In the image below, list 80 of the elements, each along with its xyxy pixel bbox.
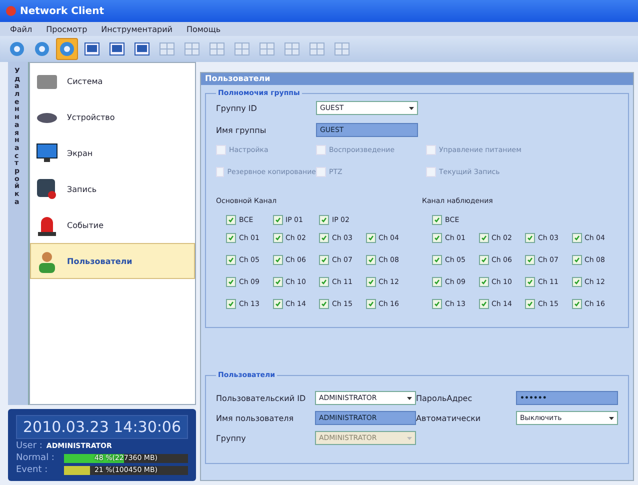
- checkbox[interactable]: [572, 277, 582, 287]
- checkbox[interactable]: [366, 299, 376, 309]
- sidebar-item[interactable]: Устройство: [30, 99, 195, 135]
- clock-display: 2010.03.23 14:30:06: [16, 415, 188, 439]
- sidebar-item[interactable]: Запись: [30, 171, 195, 207]
- checkbox[interactable]: [572, 299, 582, 309]
- checkbox[interactable]: [319, 255, 329, 265]
- field-label: Группу: [216, 434, 247, 442]
- menu-item[interactable]: Просмотр: [46, 24, 88, 34]
- gear-icon: [58, 40, 76, 58]
- sidebar-item[interactable]: Событие: [30, 207, 195, 243]
- grid-layout-icon: [259, 42, 275, 56]
- caret-icon: [609, 416, 614, 420]
- grid-layout-icon: [284, 42, 300, 56]
- checkbox[interactable]: [432, 233, 442, 243]
- checkbox[interactable]: [525, 233, 535, 243]
- checkbox[interactable]: [226, 233, 236, 243]
- menu-item[interactable]: Помощь: [186, 24, 221, 34]
- checkbox[interactable]: [272, 233, 282, 243]
- grid-layout-icon: [184, 42, 200, 56]
- checkbox[interactable]: [319, 277, 329, 287]
- toolbar-button[interactable]: [56, 38, 78, 60]
- caret-icon: [409, 106, 414, 110]
- checkbox[interactable]: [432, 215, 442, 225]
- field-label: Группу ID: [216, 104, 258, 112]
- checkbox[interactable]: [319, 233, 329, 243]
- grid-layout-icon: [209, 42, 225, 56]
- grid-layout-icon: [309, 42, 325, 56]
- grid-layout-icon: [234, 42, 250, 56]
- checkbox[interactable]: [478, 299, 488, 309]
- monitor-icon: [109, 42, 125, 56]
- user-label: User :: [16, 441, 42, 451]
- sidebar-item[interactable]: Пользователи: [30, 243, 195, 279]
- checkbox[interactable]: [319, 299, 329, 309]
- gear-icon: [8, 40, 26, 58]
- app-icon: [6, 6, 16, 16]
- monitor-icon: [84, 42, 100, 56]
- caret-icon: [407, 436, 412, 440]
- checkbox[interactable]: [432, 299, 442, 309]
- field-label: Имя группы: [216, 126, 268, 134]
- meter-label: Normal :: [16, 453, 56, 463]
- checkbox[interactable]: [319, 215, 329, 225]
- meter-label: Event :: [16, 465, 49, 475]
- checkbox[interactable]: [525, 299, 535, 309]
- checkbox[interactable]: [432, 277, 442, 287]
- window-title: Network Client: [20, 6, 104, 16]
- checkbox[interactable]: [366, 277, 376, 287]
- menu-item[interactable]: Файл: [10, 24, 32, 34]
- checkbox[interactable]: [226, 299, 236, 309]
- checkbox[interactable]: [432, 255, 442, 265]
- checkbox[interactable]: [478, 255, 488, 265]
- monitor-icon: [35, 141, 59, 165]
- checkbox[interactable]: [366, 233, 376, 243]
- checkbox[interactable]: [572, 233, 582, 243]
- monitor-icon: [134, 42, 150, 56]
- gear-icon: [33, 40, 51, 58]
- checkbox[interactable]: [272, 215, 282, 225]
- checkbox[interactable]: [272, 255, 282, 265]
- field-label: ПарольАдрес: [416, 394, 474, 402]
- checkbox[interactable]: [478, 233, 488, 243]
- checkbox[interactable]: [366, 255, 376, 265]
- checkbox[interactable]: [226, 255, 236, 265]
- field-label: Автоматически: [416, 414, 482, 422]
- grid-layout-icon: [159, 42, 175, 56]
- checkbox[interactable]: [272, 299, 282, 309]
- checkbox[interactable]: [525, 255, 535, 265]
- checkbox[interactable]: [525, 277, 535, 287]
- menu-item[interactable]: Инструментарий: [101, 24, 172, 34]
- field-label: Имя пользователя: [216, 414, 295, 422]
- checkbox[interactable]: [572, 255, 582, 265]
- checkbox[interactable]: [478, 277, 488, 287]
- sidebar-item[interactable]: Экран: [30, 135, 195, 171]
- panel-header: Пользователи: [201, 73, 633, 85]
- grid-layout-icon: [334, 42, 350, 56]
- checkbox[interactable]: [226, 215, 236, 225]
- sidebar-item[interactable]: Система: [30, 63, 195, 99]
- caret-icon: [407, 396, 412, 400]
- checkbox[interactable]: [226, 277, 236, 287]
- field-label: Пользовательский ID: [216, 394, 307, 402]
- checkbox[interactable]: [272, 277, 282, 287]
